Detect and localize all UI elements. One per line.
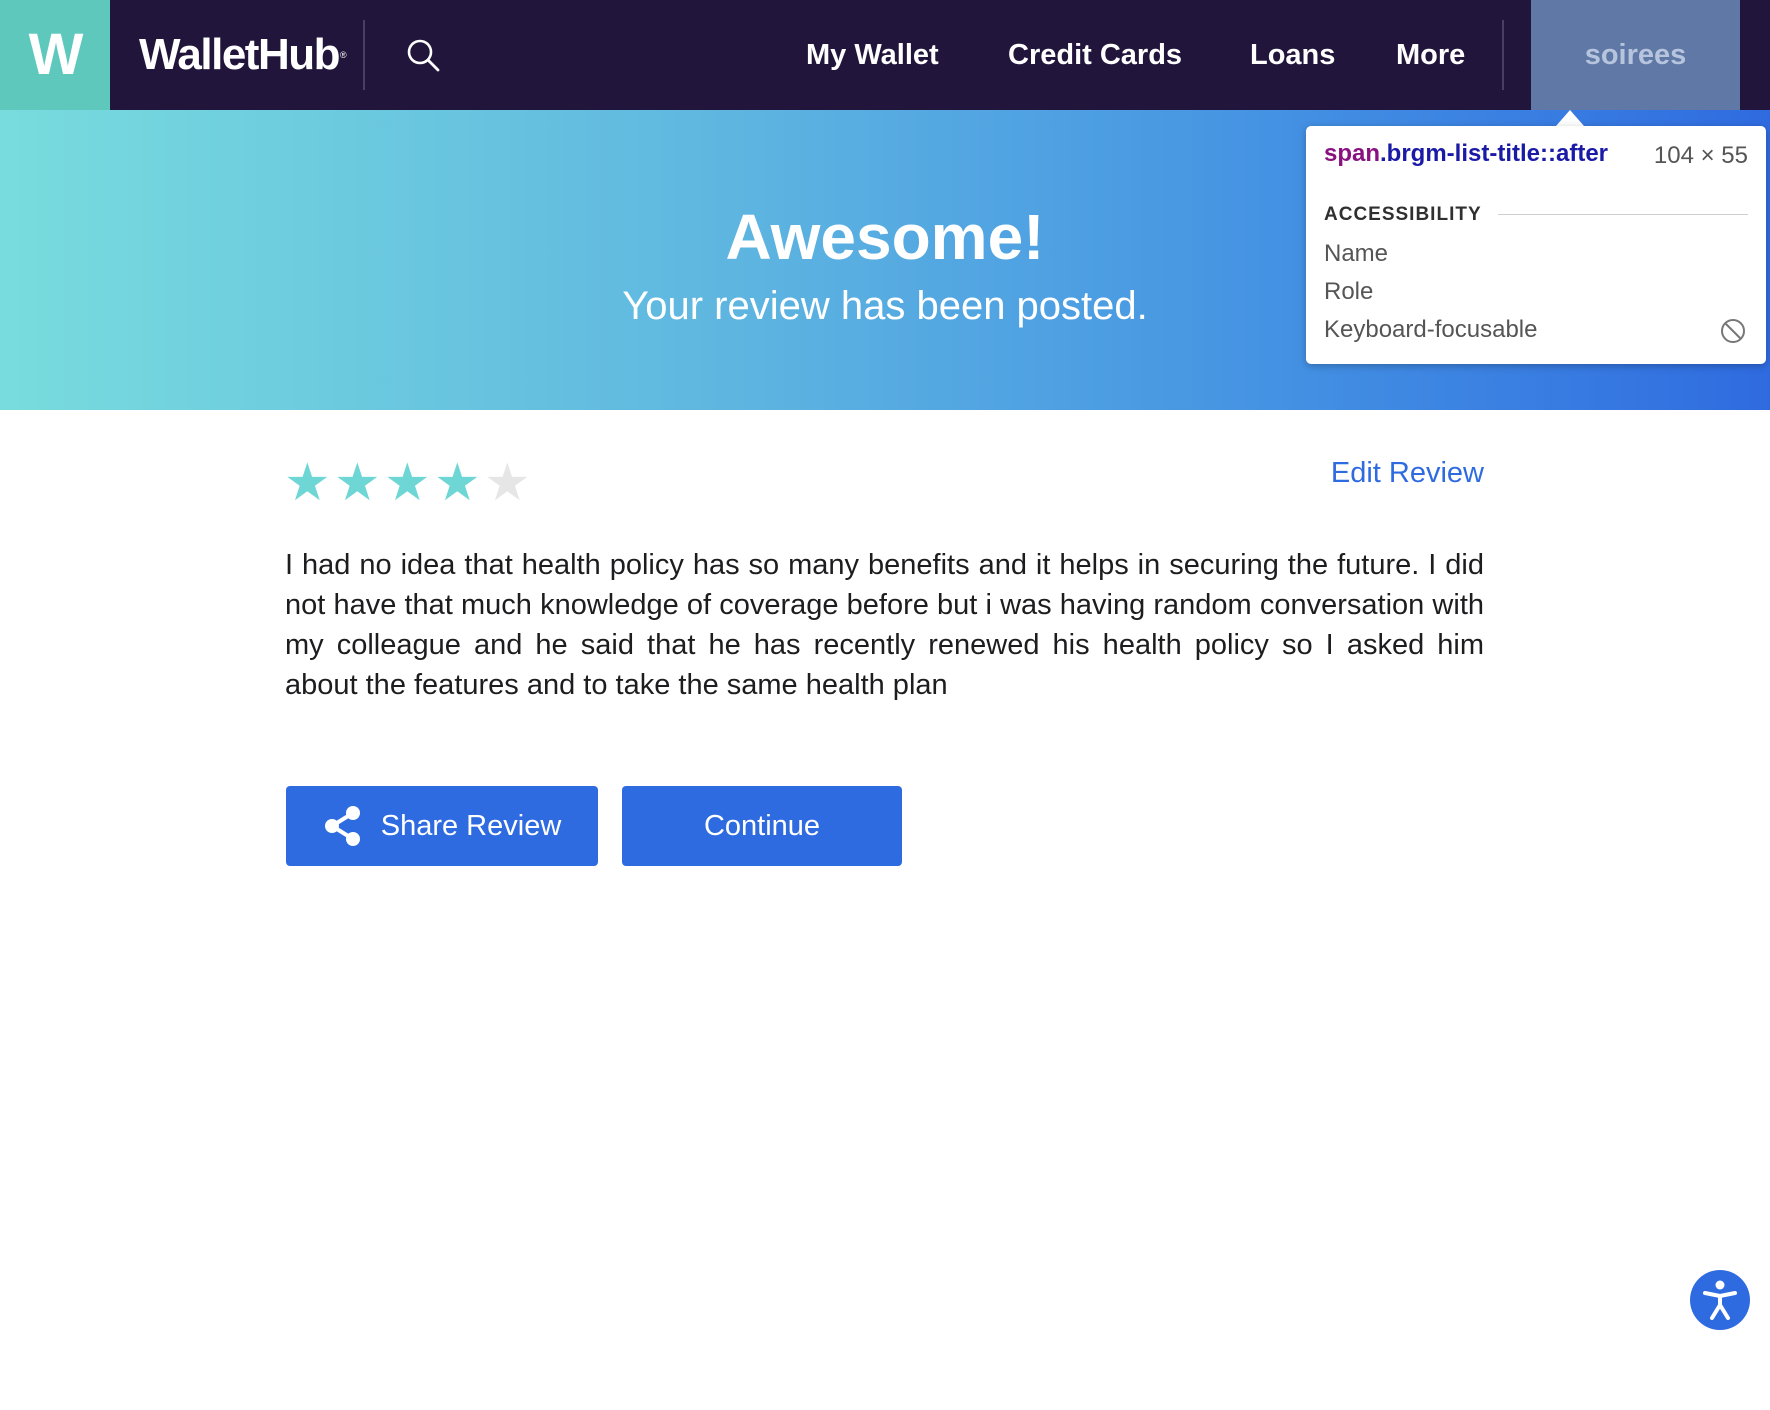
star-icon-4[interactable]: ★ <box>434 456 484 510</box>
nav-credit-cards[interactable]: Credit Cards <box>1008 0 1182 110</box>
nav-divider <box>363 20 365 90</box>
share-review-button[interactable]: Share Review <box>286 786 598 866</box>
logo-letter: W <box>28 22 84 87</box>
a11y-keyboard-focusable-row: Keyboard-focusable <box>1324 316 1538 343</box>
edit-review-link[interactable]: Edit Review <box>1331 457 1484 490</box>
share-review-label: Share Review <box>380 809 562 842</box>
brand-text: WalletHub <box>139 30 340 79</box>
tooltip-arrow <box>1556 110 1584 126</box>
nav-my-wallet[interactable]: My Wallet <box>806 0 939 110</box>
star-rating: ★ ★ ★ ★ ★ <box>284 456 534 510</box>
not-allowed-icon <box>1721 319 1745 343</box>
continue-label: Continue <box>703 809 821 842</box>
user-menu-button[interactable]: soirees <box>1531 0 1740 110</box>
search-button[interactable] <box>403 35 443 75</box>
nav-more[interactable]: More <box>1396 0 1465 110</box>
nav-loans[interactable]: Loans <box>1250 0 1335 110</box>
wallethub-logo[interactable]: W <box>0 0 110 110</box>
star-icon-1[interactable]: ★ <box>284 456 334 510</box>
star-icon-3[interactable]: ★ <box>384 456 434 510</box>
accessibility-icon <box>1703 1280 1737 1320</box>
nav-divider <box>1502 20 1504 90</box>
star-icon-5[interactable]: ★ <box>484 456 534 510</box>
a11y-name-row: Name <box>1324 240 1389 267</box>
review-text: I had no idea that health policy has so … <box>285 549 1484 701</box>
devtools-inspect-tooltip: span.brgm-list-title::after 104 × 55 ACC… <box>1306 126 1766 364</box>
accessibility-heading: ACCESSIBILITY <box>1324 204 1482 225</box>
continue-button[interactable]: Continue <box>622 786 902 866</box>
search-icon <box>407 39 440 72</box>
element-class: .brgm-list-title::after <box>1380 140 1609 167</box>
element-size: 104 × 55 <box>1653 142 1748 169</box>
accessibility-widget-button[interactable] <box>1690 1270 1750 1330</box>
element-tag: span <box>1324 140 1381 167</box>
section-divider <box>1498 214 1748 215</box>
registered-mark: ® <box>339 50 347 60</box>
star-icon-2[interactable]: ★ <box>334 456 384 510</box>
top-navigation-bar: W WalletHub® My Wallet Credit Cards Loan… <box>0 0 1770 110</box>
username: soirees <box>1584 38 1687 71</box>
share-icon <box>324 806 360 846</box>
a11y-role-row: Role <box>1324 278 1374 305</box>
brand-name[interactable]: WalletHub® <box>139 30 347 80</box>
element-selector: span.brgm-list-title::after <box>1324 140 1608 168</box>
